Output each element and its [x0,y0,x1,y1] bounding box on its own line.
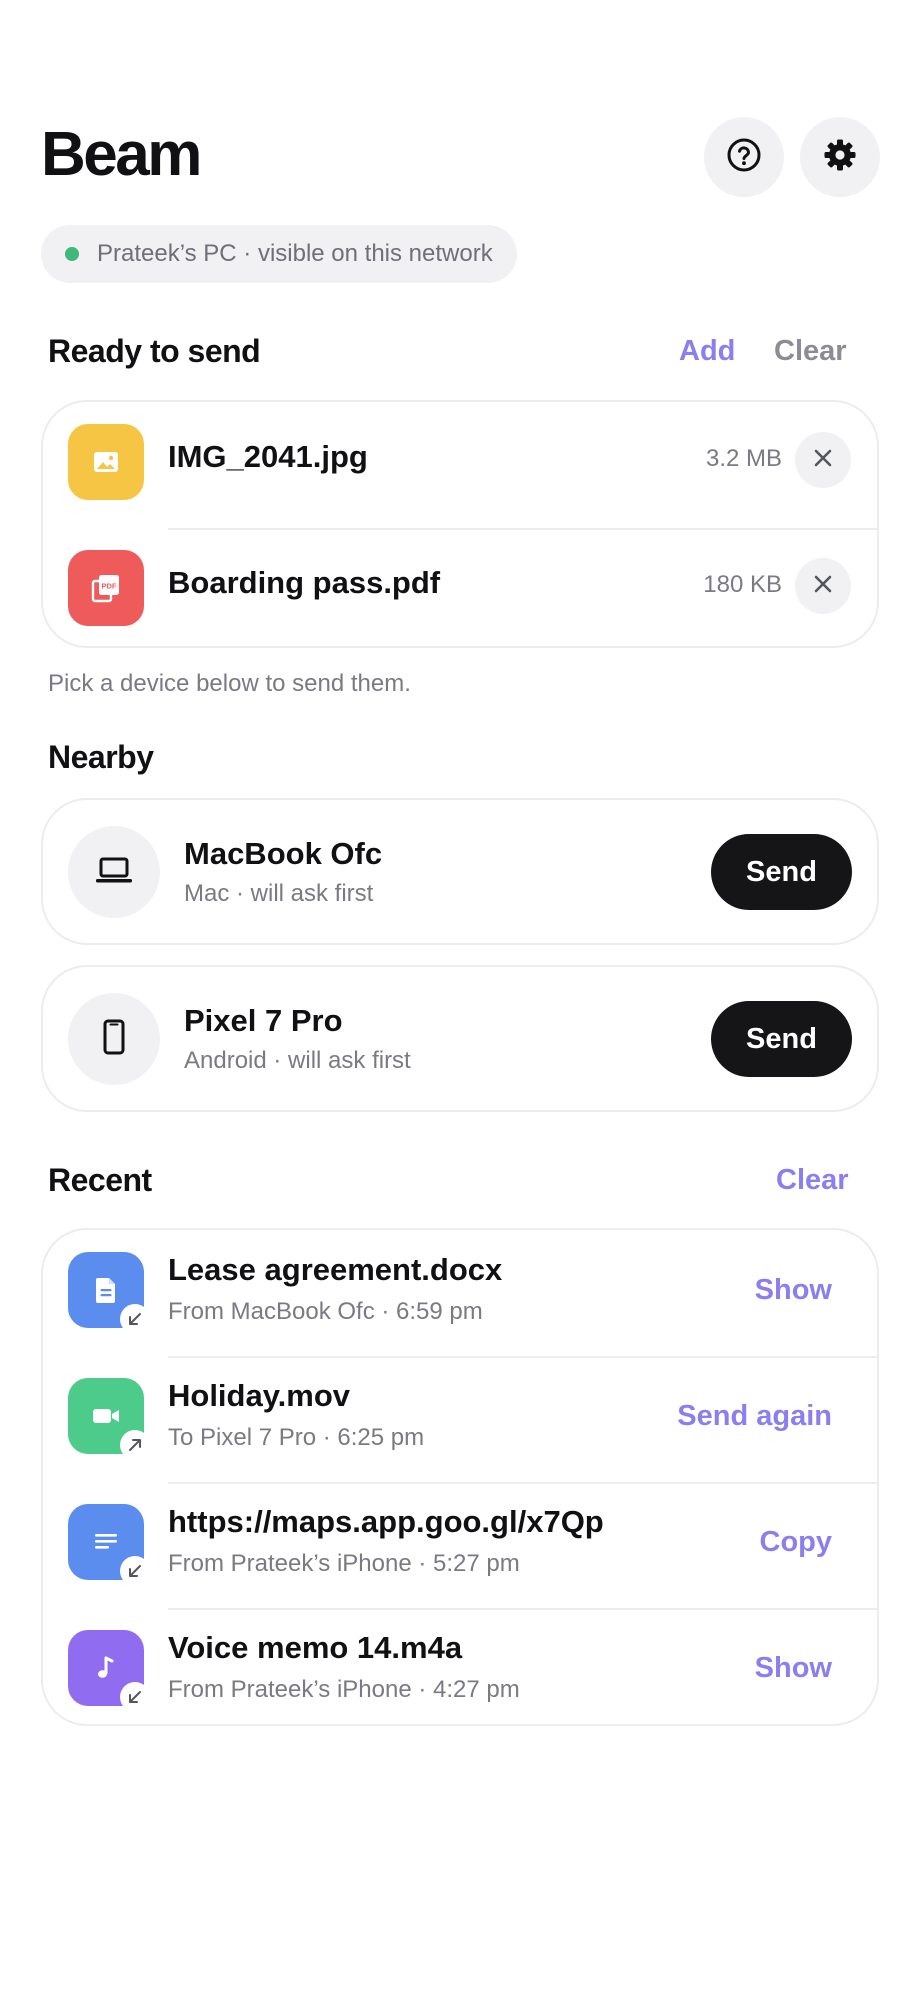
image-icon [68,424,144,500]
recent-item-name: https://maps.app.goo.gl/x7Qp [168,1504,604,1539]
sent-arrow-icon [120,1430,150,1460]
recent-item-name: Holiday.mov [168,1378,351,1413]
header: Beam [41,117,880,197]
close-icon [812,447,834,474]
nearby-section-title: Nearby [48,739,154,775]
file-size: 3.2 MB [705,445,782,472]
video-icon [68,1378,150,1460]
help-circle-icon [726,137,762,178]
device-subtitle: Mac · will ask first [184,880,374,907]
device-avatar [68,993,160,1085]
received-arrow-icon [120,1682,150,1712]
recent-card: Lease agreement.docx From MacBook Ofc · … [41,1228,879,1726]
pdf-icon: PDF [68,550,144,626]
ready-files-card: IMG_2041.jpg 3.2 MB PDF Boarding pass.pd… [41,400,879,648]
ready-section-title: Ready to send [48,333,261,369]
laptop-icon [94,850,134,895]
recent-item: Voice memo 14.m4a From Prateek’s iPhone … [43,1608,877,1724]
settings-button[interactable] [800,117,880,197]
phone-icon [94,1017,134,1062]
device-name: Pixel 7 Pro [184,1003,343,1038]
send-hint: Pick a device below to send them. [48,670,411,697]
clear-ready-button[interactable]: Clear [774,335,847,368]
device-subtitle: Android · will ask first [184,1047,411,1074]
send-again-button[interactable]: Send again [677,1400,832,1433]
music-note-icon [68,1630,150,1712]
recent-item-name: Lease agreement.docx [168,1252,503,1287]
remove-file-button[interactable] [795,432,851,488]
recent-section-title: Recent [48,1162,152,1198]
ready-file-row: PDF Boarding pass.pdf 180 KB [43,528,877,646]
gear-icon [822,137,858,178]
recent-item-subtitle: From Prateek’s iPhone · 4:27 pm [168,1676,520,1703]
show-button[interactable]: Show [755,1274,832,1307]
help-button[interactable] [704,117,784,197]
clear-recent-button[interactable]: Clear [776,1164,849,1197]
recent-item-subtitle: To Pixel 7 Pro · 6:25 pm [168,1424,425,1451]
device-name: MacBook Ofc [184,836,383,871]
visibility-status: Prateek’s PC · visible on this network [41,225,517,283]
received-arrow-icon [120,1304,150,1334]
file-size: 180 KB [703,571,782,598]
send-button[interactable]: Send [711,1001,852,1077]
svg-text:PDF: PDF [102,582,117,591]
recent-item: Holiday.mov To Pixel 7 Pro · 6:25 pm Sen… [43,1356,877,1482]
text-lines-icon [68,1504,150,1586]
device-card: Pixel 7 Pro Android · will ask first Sen… [41,965,879,1112]
received-arrow-icon [120,1556,150,1586]
recent-item-subtitle: From Prateek’s iPhone · 5:27 pm [168,1550,520,1577]
recent-item-name: Voice memo 14.m4a [168,1630,463,1665]
device-avatar [68,826,160,918]
ready-file-row: IMG_2041.jpg 3.2 MB [43,402,877,528]
document-icon [68,1252,150,1334]
show-button[interactable]: Show [755,1652,832,1685]
app-title: Beam [41,120,202,189]
device-card: MacBook Ofc Mac · will ask first Send [41,798,879,945]
recent-item: Lease agreement.docx From MacBook Ofc · … [43,1230,877,1356]
copy-button[interactable]: Copy [760,1526,833,1559]
status-text: Prateek’s PC · visible on this network [97,240,493,267]
remove-file-button[interactable] [795,558,851,614]
recent-item: https://maps.app.goo.gl/x7Qp From Pratee… [43,1482,877,1608]
send-button[interactable]: Send [711,834,852,910]
add-files-button[interactable]: Add [679,335,735,368]
file-name: IMG_2041.jpg [168,439,368,474]
recent-item-subtitle: From MacBook Ofc · 6:59 pm [168,1298,483,1325]
close-icon [812,573,834,600]
online-dot [65,247,79,261]
file-name: Boarding pass.pdf [168,565,441,600]
